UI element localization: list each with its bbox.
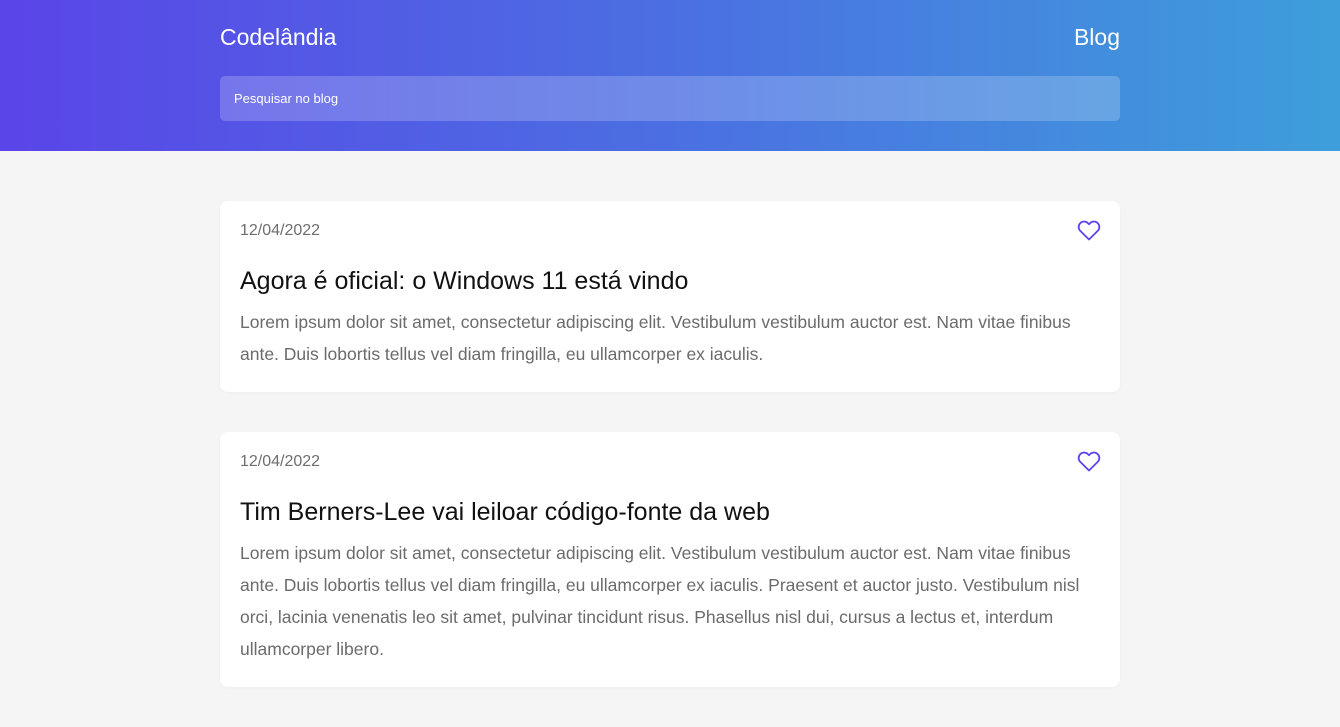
brand-logo[interactable]: Codelândia bbox=[220, 24, 336, 50]
search-input[interactable] bbox=[220, 76, 1120, 121]
post-excerpt: Lorem ipsum dolor sit amet, consectetur … bbox=[240, 312, 1071, 364]
post-card[interactable]: 12/04/2022 Tim Berners-Lee vai leiloar c… bbox=[220, 432, 1120, 687]
heart-outline-icon bbox=[1077, 220, 1101, 241]
post-title[interactable]: Tim Berners-Lee vai leiloar código-fonte… bbox=[240, 496, 1100, 528]
post-date: 12/04/2022 bbox=[240, 222, 321, 239]
like-button[interactable] bbox=[1077, 219, 1101, 241]
header-container: Codelândia Blog bbox=[220, 0, 1120, 151]
post-title[interactable]: Agora é oficial: o Windows 11 está vindo bbox=[240, 265, 1100, 297]
nav-blog-link[interactable]: Blog bbox=[1074, 24, 1120, 50]
post-excerpt: Lorem ipsum dolor sit amet, consectetur … bbox=[240, 543, 1080, 659]
site-header: Codelândia Blog bbox=[0, 0, 1340, 151]
heart-outline-icon bbox=[1077, 451, 1101, 472]
like-button[interactable] bbox=[1077, 450, 1101, 472]
post-feed: 12/04/2022 Agora é oficial: o Windows 11… bbox=[220, 201, 1120, 727]
post-card[interactable]: 12/04/2022 Agora é oficial: o Windows 11… bbox=[220, 201, 1120, 392]
post-date: 12/04/2022 bbox=[240, 453, 321, 470]
